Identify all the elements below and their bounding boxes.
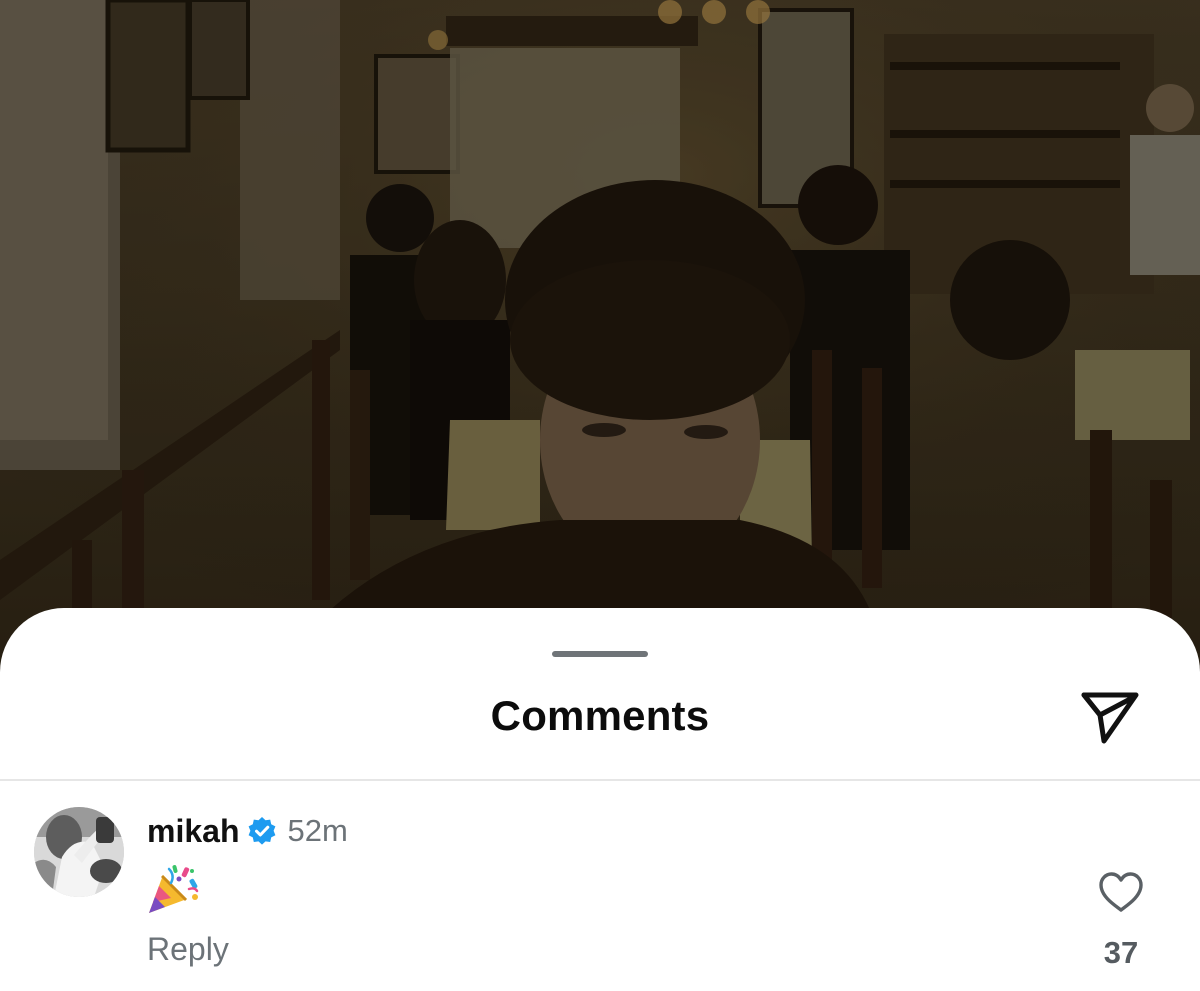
comment-username[interactable]: mikah [147, 813, 239, 850]
avatar[interactable] [34, 807, 124, 897]
comment-item: mikah 52m Reply 37 [0, 781, 1200, 991]
verified-badge-icon [249, 817, 276, 845]
comment-timestamp: 52m [287, 813, 348, 848]
party-popper-icon [149, 865, 199, 913]
post-photo [0, 0, 1200, 700]
send-paper-plane-icon [1081, 692, 1139, 744]
comment-meta: mikah 52m [147, 811, 348, 851]
share-button[interactable] [1072, 684, 1148, 754]
reply-button[interactable]: Reply [147, 931, 229, 968]
comments-sheet: Comments mikah 52m Reply 37 [0, 608, 1200, 991]
sheet-title: Comments [490, 692, 710, 739]
like-count: 37 [1103, 935, 1139, 970]
app-screen: Comments mikah 52m Reply 37 [0, 0, 1200, 991]
like-button[interactable] [1096, 867, 1146, 917]
comment-body [145, 861, 201, 917]
restaurant-photo-illustration [0, 0, 1200, 700]
heart-outline-icon [1099, 872, 1143, 912]
avatar-image [34, 807, 124, 897]
sheet-grabber[interactable] [552, 651, 648, 657]
